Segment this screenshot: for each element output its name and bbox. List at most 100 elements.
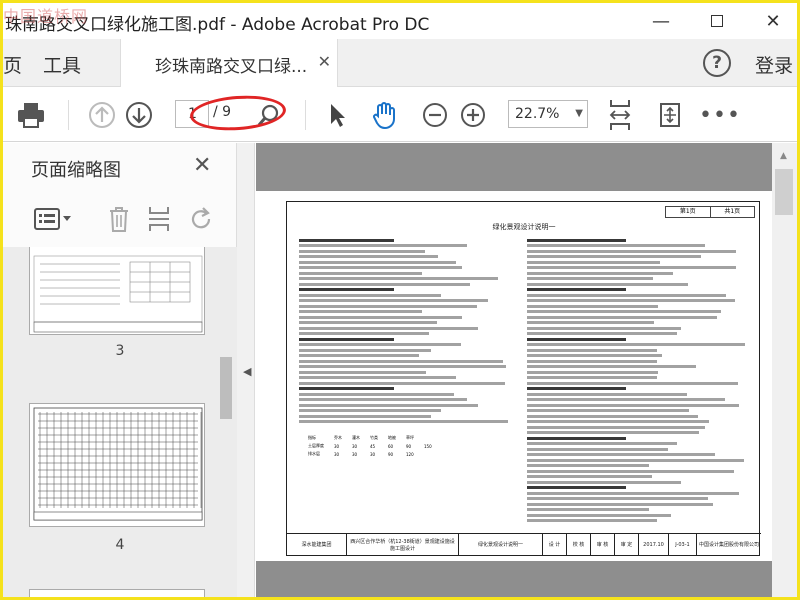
expand-icon xyxy=(660,103,680,127)
minus-circle-icon xyxy=(423,103,447,127)
chevron-left-icon: ◀ xyxy=(243,365,252,378)
print-button[interactable] xyxy=(15,100,47,130)
title-block-sheet: 绿化景观设计说明一 xyxy=(459,534,543,555)
list-options-icon xyxy=(34,208,71,230)
table-cell: 90 xyxy=(406,443,412,449)
table-header: 草坪 xyxy=(406,435,414,440)
title-block-designer: 中国设计集团股份有限公司 xyxy=(699,542,760,548)
table-cell: 30 xyxy=(352,443,358,449)
title-block-drawing-no: J-03-1 xyxy=(669,534,697,555)
hand-icon xyxy=(373,102,395,130)
table-cell: 60 xyxy=(388,443,394,449)
sheet-header: 第1页 共1页 xyxy=(665,206,755,218)
table-cell: 150 xyxy=(424,443,432,449)
panel-toolbar xyxy=(3,199,237,243)
next-page-button[interactable] xyxy=(124,100,154,130)
main-toolbar: 1 / 9 22.7% ▼ ••• xyxy=(3,88,797,142)
print-icon xyxy=(18,103,44,128)
thumbnail-scrollbar[interactable] xyxy=(217,247,233,597)
title-block-role: 校 核 xyxy=(567,534,591,555)
zoom-in-button[interactable] xyxy=(459,100,487,130)
table-cell: 45 xyxy=(370,443,376,449)
select-tool-button[interactable] xyxy=(323,100,351,130)
more-tools-button[interactable]: ••• xyxy=(699,100,740,130)
zoom-select[interactable]: 22.7% ▼ xyxy=(508,100,588,128)
document-tab-label: 珍珠南路交叉口绿... xyxy=(155,57,308,77)
zoom-out-button[interactable] xyxy=(421,100,449,130)
title-block-role: 设 计 xyxy=(543,534,567,555)
close-panel-icon[interactable]: ✕ xyxy=(193,153,211,178)
thumbnail-label-4: 4 xyxy=(115,537,125,553)
document-scrollbar-thumb[interactable] xyxy=(775,169,793,215)
title-block-role: 审 核 xyxy=(591,534,615,555)
title-block-role: 审 定 xyxy=(615,534,639,555)
sheet-page-count: 共1页 xyxy=(724,208,741,215)
fit-width-icon xyxy=(609,100,631,130)
table-header: 地被 xyxy=(388,435,396,440)
title-bar: 珠南路交叉口绿化施工图.pdf - Adobe Acrobat Pro DC 中… xyxy=(3,3,797,39)
tab-tools[interactable]: 工具 xyxy=(43,51,81,78)
tab-row: 页 工具 珍珠南路交叉口绿... ✕ ? 登录 xyxy=(3,39,797,87)
previous-page-button[interactable] xyxy=(87,100,117,130)
options-button[interactable] xyxy=(33,207,73,235)
title-block: 深水能建集团 西兴区合作华桥（杭12-38街道）景观建设施设施工图设计 绿化景观… xyxy=(287,533,761,555)
title-block-date: 2017.10 xyxy=(639,534,669,555)
close-icon: ✕ xyxy=(765,10,781,32)
maximize-icon xyxy=(711,15,723,27)
soil-depth-table: 指标 乔木 灌木 竹类 地被 草坪 土层厚度 30 30 45 60 90 15… xyxy=(303,434,437,458)
trash-icon xyxy=(110,207,128,232)
thumbnail-panel: 页面缩略图 ✕ 3 4 xyxy=(3,143,237,597)
thumbnail-scrollbar-thumb[interactable] xyxy=(220,357,232,419)
rotate-page-button[interactable] xyxy=(189,205,215,237)
table-header: 竹类 xyxy=(370,435,378,440)
chevron-down-icon: ▼ xyxy=(575,108,583,119)
table-cell: 30 xyxy=(334,451,340,457)
text-column-right xyxy=(527,236,747,525)
table-cell: 30 xyxy=(352,451,358,457)
hand-tool-button[interactable] xyxy=(369,100,401,130)
panel-title: 页面缩略图 xyxy=(31,160,121,181)
sheet-page-no: 第1页 xyxy=(666,207,711,217)
page-thumbnail-3[interactable] xyxy=(29,247,205,335)
maximize-button[interactable] xyxy=(695,7,739,35)
page-thumbnail-5[interactable] xyxy=(29,589,205,597)
tab-document[interactable]: 珍珠南路交叉口绿... ✕ xyxy=(120,39,338,87)
scroll-up-icon[interactable]: ▲ xyxy=(780,151,787,161)
table-header: 乔木 xyxy=(334,435,342,440)
collapse-panel-button[interactable]: ◀ xyxy=(237,143,255,597)
tab-home-partial[interactable]: 页 xyxy=(3,51,22,78)
full-screen-button[interactable] xyxy=(655,100,685,130)
rotate-icon xyxy=(191,207,211,229)
thumbnail-4-drawing xyxy=(33,407,203,521)
title-block-project: 西兴区合作华桥（杭12-38街道）景观建设施设施工图设计 xyxy=(347,534,459,555)
table-cell: 排水层 xyxy=(308,451,320,456)
table-cell: 30 xyxy=(334,443,340,449)
cursor-arrow-icon xyxy=(331,104,345,127)
thumbnail-list: 3 4 xyxy=(3,247,237,597)
minimize-button[interactable]: — xyxy=(639,7,683,35)
text-column-left xyxy=(299,236,509,426)
watermark: 中国道桥网 xyxy=(3,7,89,26)
document-view[interactable]: 第1页 共1页 绿化景观设计说明一 指标 乔木 灌木 竹类 地被 草坪 土层厚度… xyxy=(256,143,772,597)
thumbnail-3-drawing xyxy=(33,255,203,333)
close-window-button[interactable]: ✕ xyxy=(751,7,795,35)
thumbnail-label-3: 3 xyxy=(115,343,125,359)
zoom-value: 22.7% xyxy=(515,106,560,122)
fit-page-button[interactable] xyxy=(605,100,635,130)
document-scrollbar[interactable]: ▲ xyxy=(772,143,797,597)
help-icon[interactable]: ? xyxy=(703,49,731,77)
pdf-page: 第1页 共1页 绿化景观设计说明一 指标 乔木 灌木 竹类 地被 草坪 土层厚度… xyxy=(256,191,772,561)
page-thumbnail-4[interactable] xyxy=(29,403,205,527)
arrow-down-circle-icon xyxy=(126,102,152,128)
insert-page-icon xyxy=(149,207,169,231)
login-button[interactable]: 登录 xyxy=(755,51,793,78)
drawing-sheet: 第1页 共1页 绿化景观设计说明一 指标 乔木 灌木 竹类 地被 草坪 土层厚度… xyxy=(286,201,761,556)
insert-page-button[interactable] xyxy=(147,205,171,237)
minimize-icon: — xyxy=(652,10,670,32)
table-cell: 120 xyxy=(406,451,414,457)
close-tab-icon[interactable]: ✕ xyxy=(318,52,331,71)
more-dots-icon: ••• xyxy=(699,102,741,128)
delete-page-button[interactable] xyxy=(107,205,131,237)
page-title: 绿化景观设计说明一 xyxy=(492,223,556,231)
table-cell: 30 xyxy=(370,451,376,457)
